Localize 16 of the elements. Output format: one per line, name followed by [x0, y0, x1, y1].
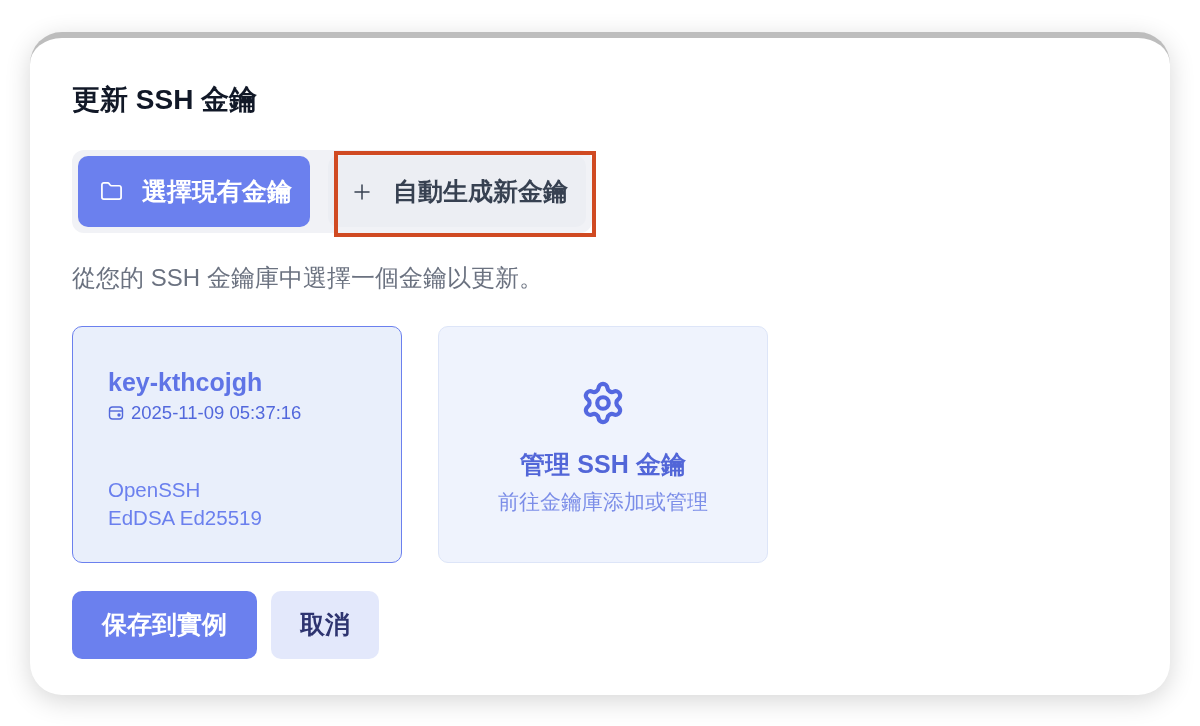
folder-icon [100, 180, 123, 203]
dialog-title: 更新 SSH 金鑰 [72, 83, 258, 117]
manage-keys-card[interactable]: 管理 SSH 金鑰 前往金鑰庫添加或管理 [438, 326, 768, 563]
save-button[interactable]: 保存到實例 [72, 591, 257, 659]
key-card[interactable]: key-kthcojgh 2025-11-09 05:37:16 OpenSSH EdDSA Ed25519 [72, 326, 402, 563]
key-name: key-kthcojgh [108, 367, 263, 397]
manage-title: 管理 SSH 金鑰 [520, 449, 686, 479]
key-algorithm: EdDSA Ed25519 [108, 505, 262, 531]
wallet-icon [108, 405, 124, 421]
tab[interactable]: 自動生成新金鑰 [328, 156, 586, 227]
manage-subtitle: 前往金鑰庫添加或管理 [498, 489, 708, 515]
tab[interactable]: 選擇現有金鑰 [78, 156, 310, 227]
description: 從您的 SSH 金鑰庫中選擇一個金鑰以更新。 [72, 263, 543, 293]
key-date: 2025-11-09 05:37:16 [131, 401, 302, 425]
key-format: OpenSSH [108, 477, 201, 503]
cancel-button[interactable]: 取消 [271, 591, 379, 659]
